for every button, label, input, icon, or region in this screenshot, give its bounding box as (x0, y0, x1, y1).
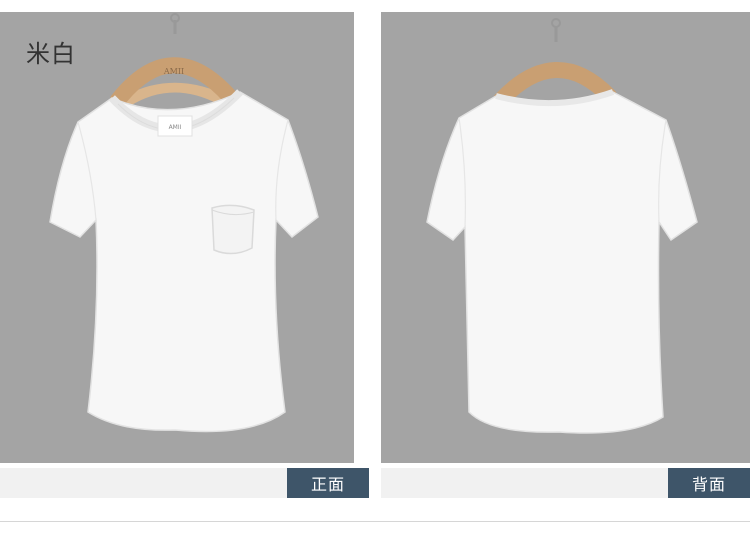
front-view-panel: AMII AMII 米白 (0, 12, 354, 463)
front-shirt-body (49, 91, 319, 433)
hanger-icon: AMII (110, 13, 238, 108)
color-name-label: 米白 (26, 40, 76, 68)
front-caption-tag: 正面 (287, 468, 369, 498)
bottom-divider (0, 521, 750, 522)
chest-pocket (211, 204, 255, 255)
front-tshirt-image: AMII AMII (49, 13, 319, 433)
hanger-brand-text: AMII (163, 67, 184, 76)
hanger-icon (493, 18, 617, 108)
back-caption-bar: 背面 (381, 468, 750, 498)
back-caption-tag: 背面 (668, 468, 750, 498)
back-view-panel (381, 12, 750, 463)
front-caption-bar: 正面 (0, 468, 369, 498)
back-tshirt-image (426, 18, 698, 434)
back-shirt-body (426, 91, 698, 434)
neck-tag-text: AMII (169, 124, 182, 131)
